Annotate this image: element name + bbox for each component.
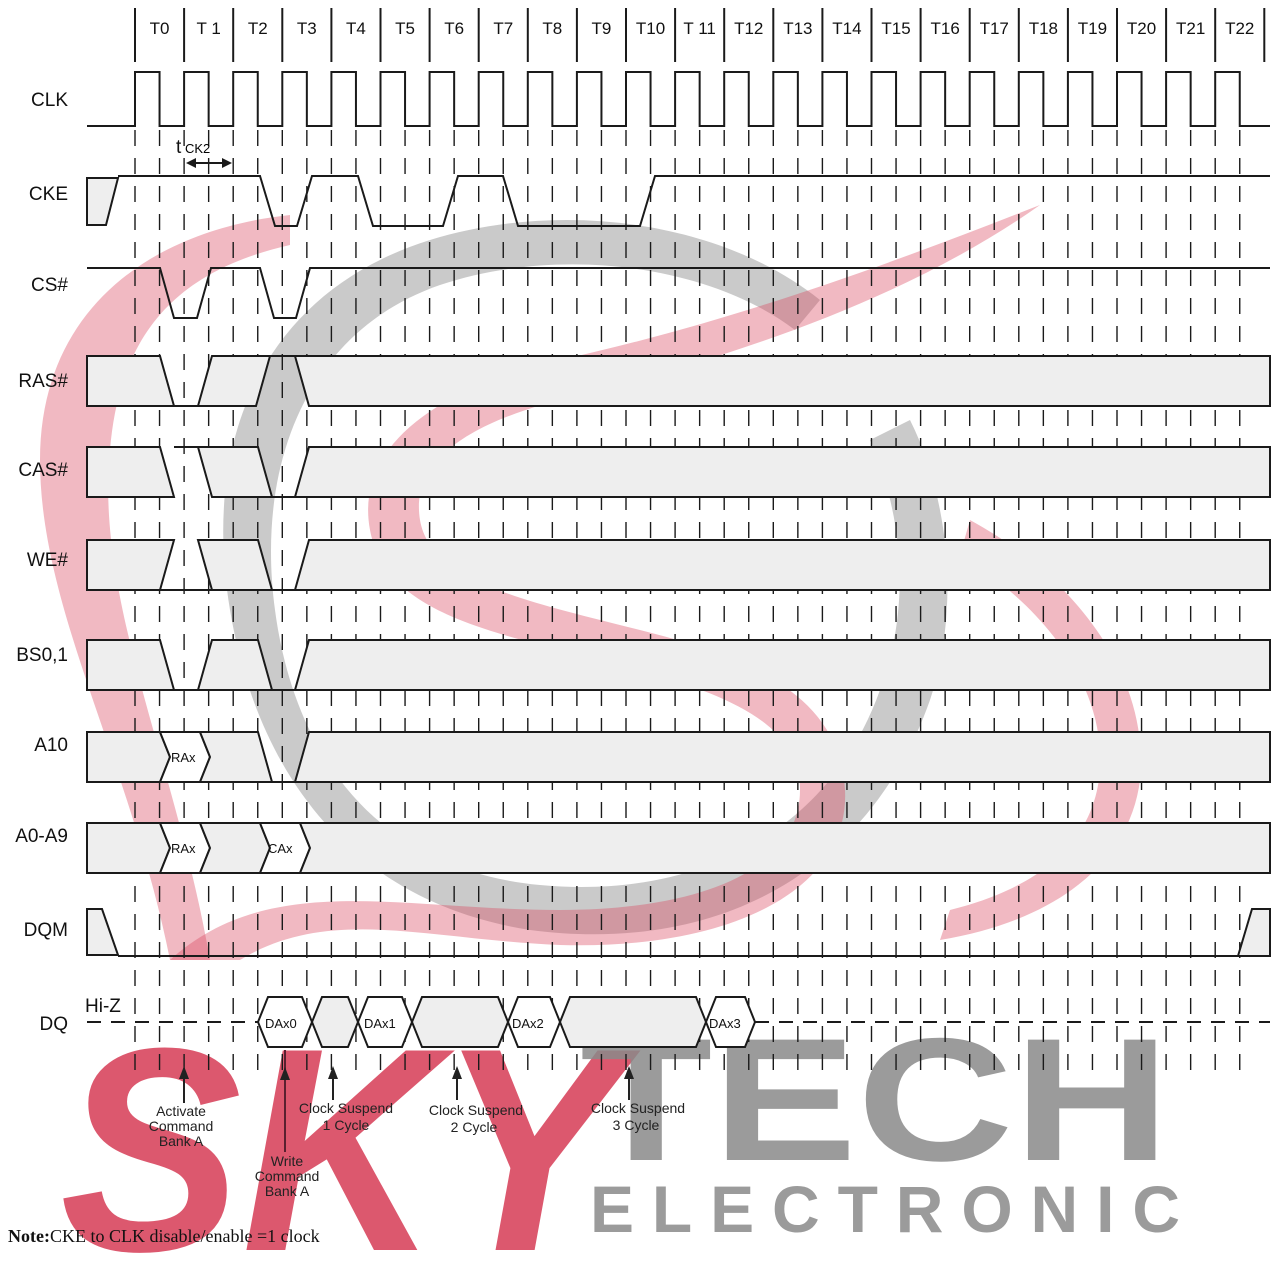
ann-susp2-2: 2 Cycle bbox=[451, 1119, 498, 1135]
ann-susp3-1: Clock Suspend bbox=[591, 1100, 685, 1116]
a09-rax-text: RAx bbox=[171, 841, 196, 856]
we-seg3 bbox=[293, 539, 1271, 591]
ann-activate-2: Command bbox=[149, 1118, 214, 1134]
clock-label: T7 bbox=[493, 19, 513, 38]
clock-label: T16 bbox=[931, 19, 960, 38]
dq-gap2 bbox=[410, 996, 510, 1048]
a09-seg2 bbox=[198, 822, 272, 874]
label-clk: CLK bbox=[31, 90, 68, 111]
ann-write-2: Command bbox=[255, 1168, 320, 1184]
footnote: Note:CKE to CLK disable/enable =1 clock bbox=[8, 1226, 320, 1247]
label-bs: BS0,1 bbox=[16, 645, 68, 666]
dq-dax2-text: DAx2 bbox=[512, 1016, 544, 1031]
clock-label: T19 bbox=[1078, 19, 1107, 38]
tck2-arrow-left-head bbox=[186, 158, 196, 168]
clock-period-labels: T0 T 1 T2 T3 T4 T5 T6 T7 T8 T9 T10 T 11 T12 T13 T14 T15… bbox=[134, 8, 1266, 62]
a10-seg1 bbox=[86, 731, 172, 783]
label-ras: RAS# bbox=[18, 371, 68, 392]
clock-label: T15 bbox=[881, 19, 910, 38]
clock-label: T9 bbox=[592, 19, 612, 38]
ann-susp1-2: 1 Cycle bbox=[323, 1117, 370, 1133]
footnote-text: CKE to CLK disable/enable =1 clock bbox=[49, 1226, 320, 1246]
clock-label: T6 bbox=[444, 19, 464, 38]
label-a10: A10 bbox=[34, 735, 68, 756]
we-seg1 bbox=[86, 539, 176, 591]
cke-undefined-start bbox=[86, 177, 120, 226]
label-we: WE# bbox=[27, 550, 69, 571]
dq-gap3 bbox=[558, 996, 708, 1048]
clock-label: T20 bbox=[1127, 19, 1156, 38]
dqm-end bbox=[1236, 908, 1271, 957]
clock-label: T12 bbox=[734, 19, 763, 38]
ras-seg3 bbox=[293, 355, 1271, 407]
tck2-sub: CK2 bbox=[185, 141, 210, 156]
clock-label: T17 bbox=[980, 19, 1009, 38]
a09-cax-text: CAx bbox=[268, 841, 293, 856]
bs-seg1 bbox=[86, 639, 176, 691]
clock-label: T4 bbox=[346, 19, 366, 38]
clock-label: T13 bbox=[783, 19, 812, 38]
label-cas: CAS# bbox=[18, 460, 68, 481]
we-seg2 bbox=[196, 539, 274, 591]
cas-seg1 bbox=[86, 446, 176, 498]
a10-seg3 bbox=[293, 731, 1271, 783]
ann-activate-3: Bank A bbox=[159, 1133, 204, 1149]
label-cs: CS# bbox=[31, 275, 68, 296]
bs-seg2 bbox=[196, 639, 274, 691]
label-dq: DQ bbox=[40, 1014, 69, 1035]
footnote-label: Note: bbox=[8, 1226, 50, 1246]
ann-susp2-1: Clock Suspend bbox=[429, 1102, 523, 1118]
label-dqm: DQM bbox=[24, 920, 68, 941]
ann-write-3: Bank A bbox=[265, 1183, 310, 1199]
a09-seg1 bbox=[86, 822, 172, 874]
cas-seg2 bbox=[196, 446, 274, 498]
dq-gap1 bbox=[310, 996, 360, 1048]
dq-dax3-text: DAx3 bbox=[709, 1016, 741, 1031]
ras-seg1 bbox=[86, 355, 176, 407]
dq-hiz: Hi-Z bbox=[85, 996, 121, 1017]
clock-label: T10 bbox=[636, 19, 665, 38]
a09-waveform: RAx CAx bbox=[86, 822, 1271, 874]
label-cke: CKE bbox=[29, 184, 68, 205]
clock-label: T8 bbox=[542, 19, 562, 38]
clock-label: T0 bbox=[150, 19, 170, 38]
tck2-t: t bbox=[176, 137, 182, 158]
clock-label: T14 bbox=[832, 19, 861, 38]
ann-activate-1: Activate bbox=[156, 1103, 206, 1119]
tck2-arrow-right-head bbox=[222, 158, 232, 168]
clock-label: T18 bbox=[1029, 19, 1058, 38]
ann-write-1: Write bbox=[271, 1153, 304, 1169]
timing-diagram: SKY TECH ELECTRONIC T0 T 1 T2 T3 T4 T5 T6 T7 T8 T… bbox=[15, 8, 1271, 1266]
label-a09: A0-A9 bbox=[15, 826, 68, 847]
ann-susp3-2: 3 Cycle bbox=[613, 1117, 660, 1133]
clock-label: T 11 bbox=[683, 19, 715, 38]
dq-dax1-text: DAx1 bbox=[364, 1016, 396, 1031]
dq-dax0-text: DAx0 bbox=[265, 1016, 297, 1031]
signal-labels: CLK CKE CS# RAS# CAS# WE# BS0,1 A10 A0-A… bbox=[15, 90, 68, 1035]
clock-label: T3 bbox=[297, 19, 317, 38]
a10-waveform: RAx bbox=[86, 731, 1271, 783]
clock-label: T5 bbox=[395, 19, 415, 38]
clock-label: T21 bbox=[1176, 19, 1205, 38]
bs-seg3 bbox=[293, 639, 1271, 691]
a10-rax-text: RAx bbox=[171, 750, 196, 765]
clock-label: T22 bbox=[1225, 19, 1254, 38]
clock-label: T2 bbox=[248, 19, 268, 38]
a09-seg3 bbox=[298, 822, 1271, 874]
clock-label: T 1 bbox=[197, 19, 221, 38]
a10-seg2 bbox=[198, 731, 274, 783]
cke-line bbox=[118, 175, 1270, 227]
dqm-start bbox=[86, 908, 120, 956]
ann-susp1-1: Clock Suspend bbox=[299, 1100, 393, 1116]
cas-seg3 bbox=[293, 446, 1271, 498]
clk-waveform bbox=[87, 71, 1270, 127]
